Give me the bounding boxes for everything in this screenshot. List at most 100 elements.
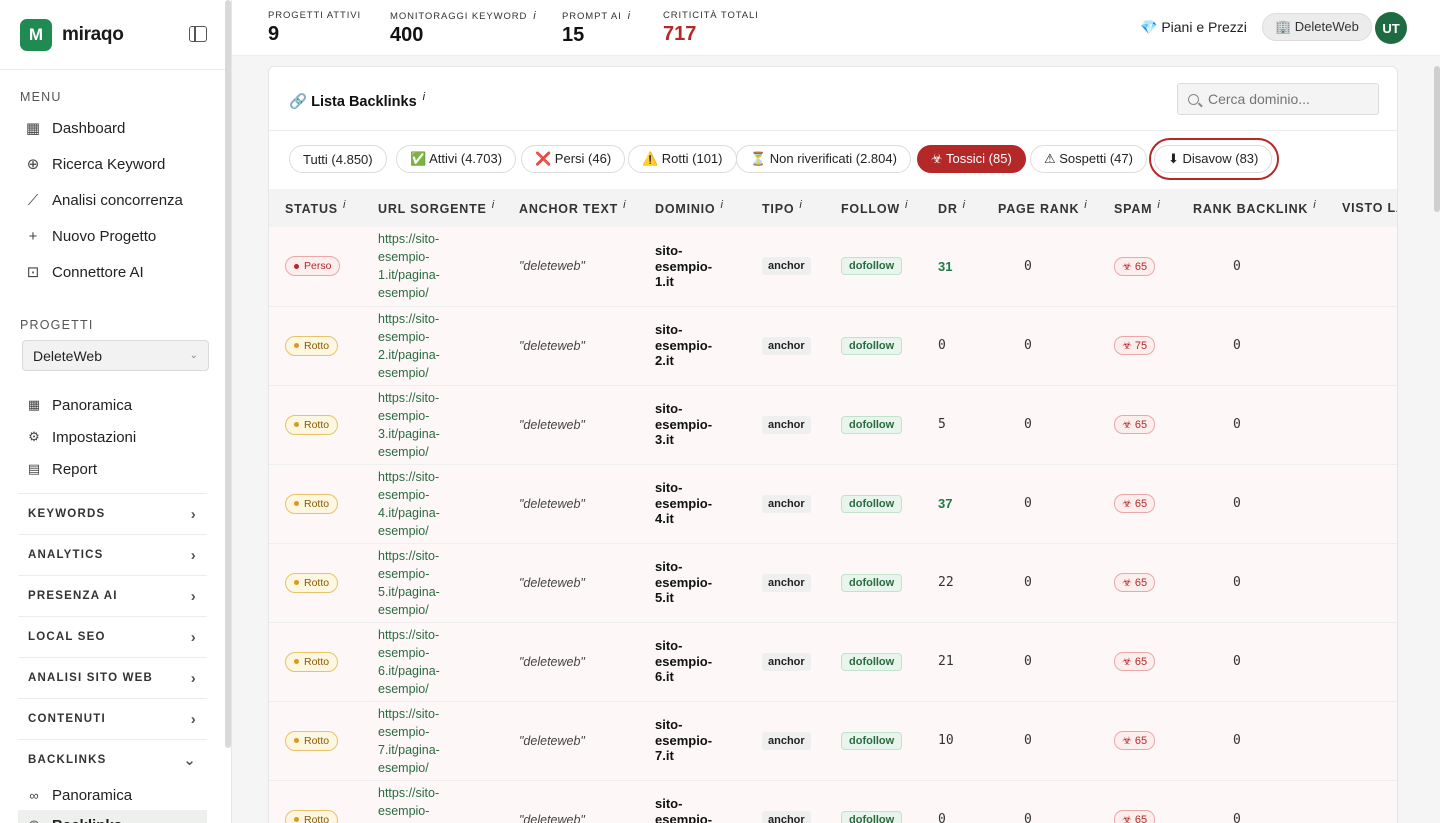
column-header-dominio[interactable]: DOMINIO i (639, 189, 746, 227)
column-header-anchor-text[interactable]: ANCHOR TEXT i (503, 189, 639, 227)
eye-icon: ◉ (26, 817, 42, 823)
logo-icon[interactable]: M (20, 18, 52, 51)
plans-link[interactable]: 💎 Piani e Prezzi (1140, 19, 1247, 36)
column-header-url-sorgente[interactable]: URL SORGENTE i (362, 189, 503, 227)
table-cell: "deleteweb" (503, 543, 639, 622)
table-cell: Rotto (269, 701, 362, 780)
sidebar-toggle-icon[interactable] (189, 26, 207, 42)
table-row[interactable]: Rotto https://sito-esempio-4.it/pagina-es… (269, 464, 1397, 543)
info-icon[interactable]: i (343, 199, 346, 211)
table-cell: sito-esempio-8.it (639, 780, 746, 823)
filter-chip-6[interactable]: ⚠ Sospetti (47) (1030, 145, 1147, 173)
group-analisi-sito-web[interactable]: ANALISI SITO WEB › (18, 657, 207, 698)
table-cell: sito-esempio-1.it (639, 227, 746, 306)
type-badge: anchor (762, 810, 811, 823)
info-icon[interactable]: i (799, 199, 802, 211)
group-backlinks[interactable]: BACKLINKS ⌄ (18, 739, 207, 780)
project-item-impostazioni[interactable]: ⚙ Impostazioni (0, 421, 231, 453)
filter-chip-3[interactable]: ⚠️ Rotti (101) (628, 145, 737, 173)
info-icon[interactable]: i (1157, 199, 1160, 211)
source-url-link[interactable]: https://sito-esempio-2.it/pagina-esempio… (378, 310, 490, 382)
source-url-link[interactable]: https://sito-esempio-7.it/pagina-esempio… (378, 705, 490, 777)
source-url-link[interactable]: https://sito-esempio-3.it/pagina-esempio… (378, 389, 490, 461)
card-header: 🔗 Lista Backlinks i (269, 67, 1397, 131)
table-cell: Rotto (269, 306, 362, 385)
column-header-visto-la[interactable]: VISTO LA (1326, 189, 1397, 227)
column-header-page-rank[interactable]: PAGE RANK i (982, 189, 1098, 227)
brand: M miraqo (0, 0, 231, 70)
group-analytics[interactable]: ANALYTICS › (18, 534, 207, 575)
column-header-follow[interactable]: FOLLOW i (825, 189, 922, 227)
filter-chip-2[interactable]: ❌ Persi (46) (521, 145, 626, 173)
column-header-tipo[interactable]: TIPO i (746, 189, 825, 227)
project-item-panoramica[interactable]: ▦ Panoramica (0, 389, 231, 421)
group-local-seo[interactable]: LOCAL SEO › (18, 616, 207, 657)
table-cell: 10 (922, 701, 982, 780)
sidebar-item-nuovo-progetto[interactable]: + Nuovo Progetto (0, 218, 231, 254)
info-icon[interactable]: i (492, 199, 495, 211)
backlinks-item-panoramica[interactable]: ∞ Panoramica (0, 780, 231, 810)
domain-search[interactable] (1177, 83, 1379, 115)
info-icon[interactable]: i (628, 10, 631, 22)
group-label: KEYWORDS (28, 508, 106, 520)
source-url-link[interactable]: https://sito-esempio-8.it/pagina-esempio… (378, 784, 490, 823)
main-scrollbar[interactable] (1434, 66, 1440, 212)
column-header-label: FOLLOW (841, 202, 900, 217)
table-row[interactable]: Rotto https://sito-esempio-8.it/pagina-es… (269, 780, 1397, 823)
table-row[interactable]: Rotto https://sito-esempio-5.it/pagina-es… (269, 543, 1397, 622)
sidebar-item-analisi-concorrenza[interactable]: ⟋ Analisi concorrenza (0, 182, 231, 218)
column-header-label: DOMINIO (655, 202, 716, 217)
table-cell: "deleteweb" (503, 464, 639, 543)
source-url-link[interactable]: https://sito-esempio-1.it/pagina-esempio… (378, 230, 490, 302)
table-row[interactable]: Perso https://sito-esempio-1.it/pagina-es… (269, 227, 1397, 306)
stat-label-text: MONITORAGGI KEYWORD (390, 11, 528, 22)
dr-value: 37 (938, 496, 953, 511)
table-cell: 37 (922, 464, 982, 543)
filter-chip-5[interactable]: ☣ Tossici (85) (917, 145, 1026, 173)
column-header-dr[interactable]: DR i (922, 189, 982, 227)
source-url-link[interactable]: https://sito-esempio-4.it/pagina-esempio… (378, 468, 490, 540)
info-icon[interactable]: i (905, 199, 908, 211)
source-url-link[interactable]: https://sito-esempio-5.it/pagina-esempio… (378, 547, 490, 619)
workspace-button[interactable]: 🏢 DeleteWeb (1262, 13, 1372, 41)
rank-backlink-value: 0 (1233, 496, 1241, 511)
project-item-report[interactable]: ▤ Report (0, 453, 231, 485)
group-presenza-ai[interactable]: PRESENZA AI › (18, 575, 207, 616)
info-icon[interactable]: i (423, 91, 425, 103)
info-icon[interactable]: i (533, 10, 536, 22)
sidebar-item-dashboard[interactable]: ▦ Dashboard (0, 110, 231, 146)
info-icon[interactable]: i (1084, 199, 1087, 211)
column-header-rank-backlink[interactable]: RANK BACKLINK i (1177, 189, 1326, 227)
domain-name: sito-esempio-4.it (655, 480, 713, 527)
source-url-link[interactable]: https://sito-esempio-6.it/pagina-esempio… (378, 626, 490, 698)
info-icon[interactable]: i (1313, 199, 1316, 211)
filter-chip-4[interactable]: ⏳ Non riverificati (2.804) (736, 145, 911, 173)
filter-chip-7[interactable]: ⬇ Disavow (83) (1154, 145, 1273, 173)
page-rank-value: 0 (1024, 812, 1032, 823)
table-row[interactable]: Rotto https://sito-esempio-7.it/pagina-es… (269, 701, 1397, 780)
table-row[interactable]: Rotto https://sito-esempio-6.it/pagina-es… (269, 622, 1397, 701)
filter-chip-0[interactable]: Tutti (4.850) (289, 145, 387, 173)
column-header-spam[interactable]: SPAM i (1098, 189, 1177, 227)
info-icon[interactable]: i (963, 199, 966, 211)
search-input[interactable] (1208, 91, 1368, 107)
group-keywords[interactable]: KEYWORDS › (18, 493, 207, 534)
sidebar-item-ricerca-keyword[interactable]: ⊕ Ricerca Keyword (0, 146, 231, 182)
table-cell: Rotto (269, 622, 362, 701)
group-contenuti[interactable]: CONTENUTI › (18, 698, 207, 739)
sidebar-scrollbar[interactable] (225, 0, 231, 748)
info-icon[interactable]: i (623, 199, 626, 211)
table-row[interactable]: Rotto https://sito-esempio-3.it/pagina-es… (269, 385, 1397, 464)
info-icon[interactable]: i (720, 199, 723, 211)
stat-value: 400 (390, 24, 424, 46)
domain-name: sito-esempio-5.it (655, 559, 713, 606)
topbar: PROGETTI ATTIVI 9 MONITORAGGI KEYWORD i 400 P… (232, 0, 1440, 56)
filter-chip-1[interactable]: ✅ Attivi (4.703) (396, 145, 517, 173)
backlinks-item-backlinks[interactable]: ◉ Backlinks (18, 810, 207, 823)
sidebar-item-connettore-ai[interactable]: ⊡ Connettore AI (0, 254, 231, 290)
table-row[interactable]: Rotto https://sito-esempio-2.it/pagina-es… (269, 306, 1397, 385)
table-cell: anchor (746, 227, 825, 306)
project-select[interactable]: DeleteWeb ⌄ (22, 340, 209, 371)
column-header-status[interactable]: STATUS i (269, 189, 362, 227)
avatar[interactable]: UT (1375, 12, 1407, 44)
